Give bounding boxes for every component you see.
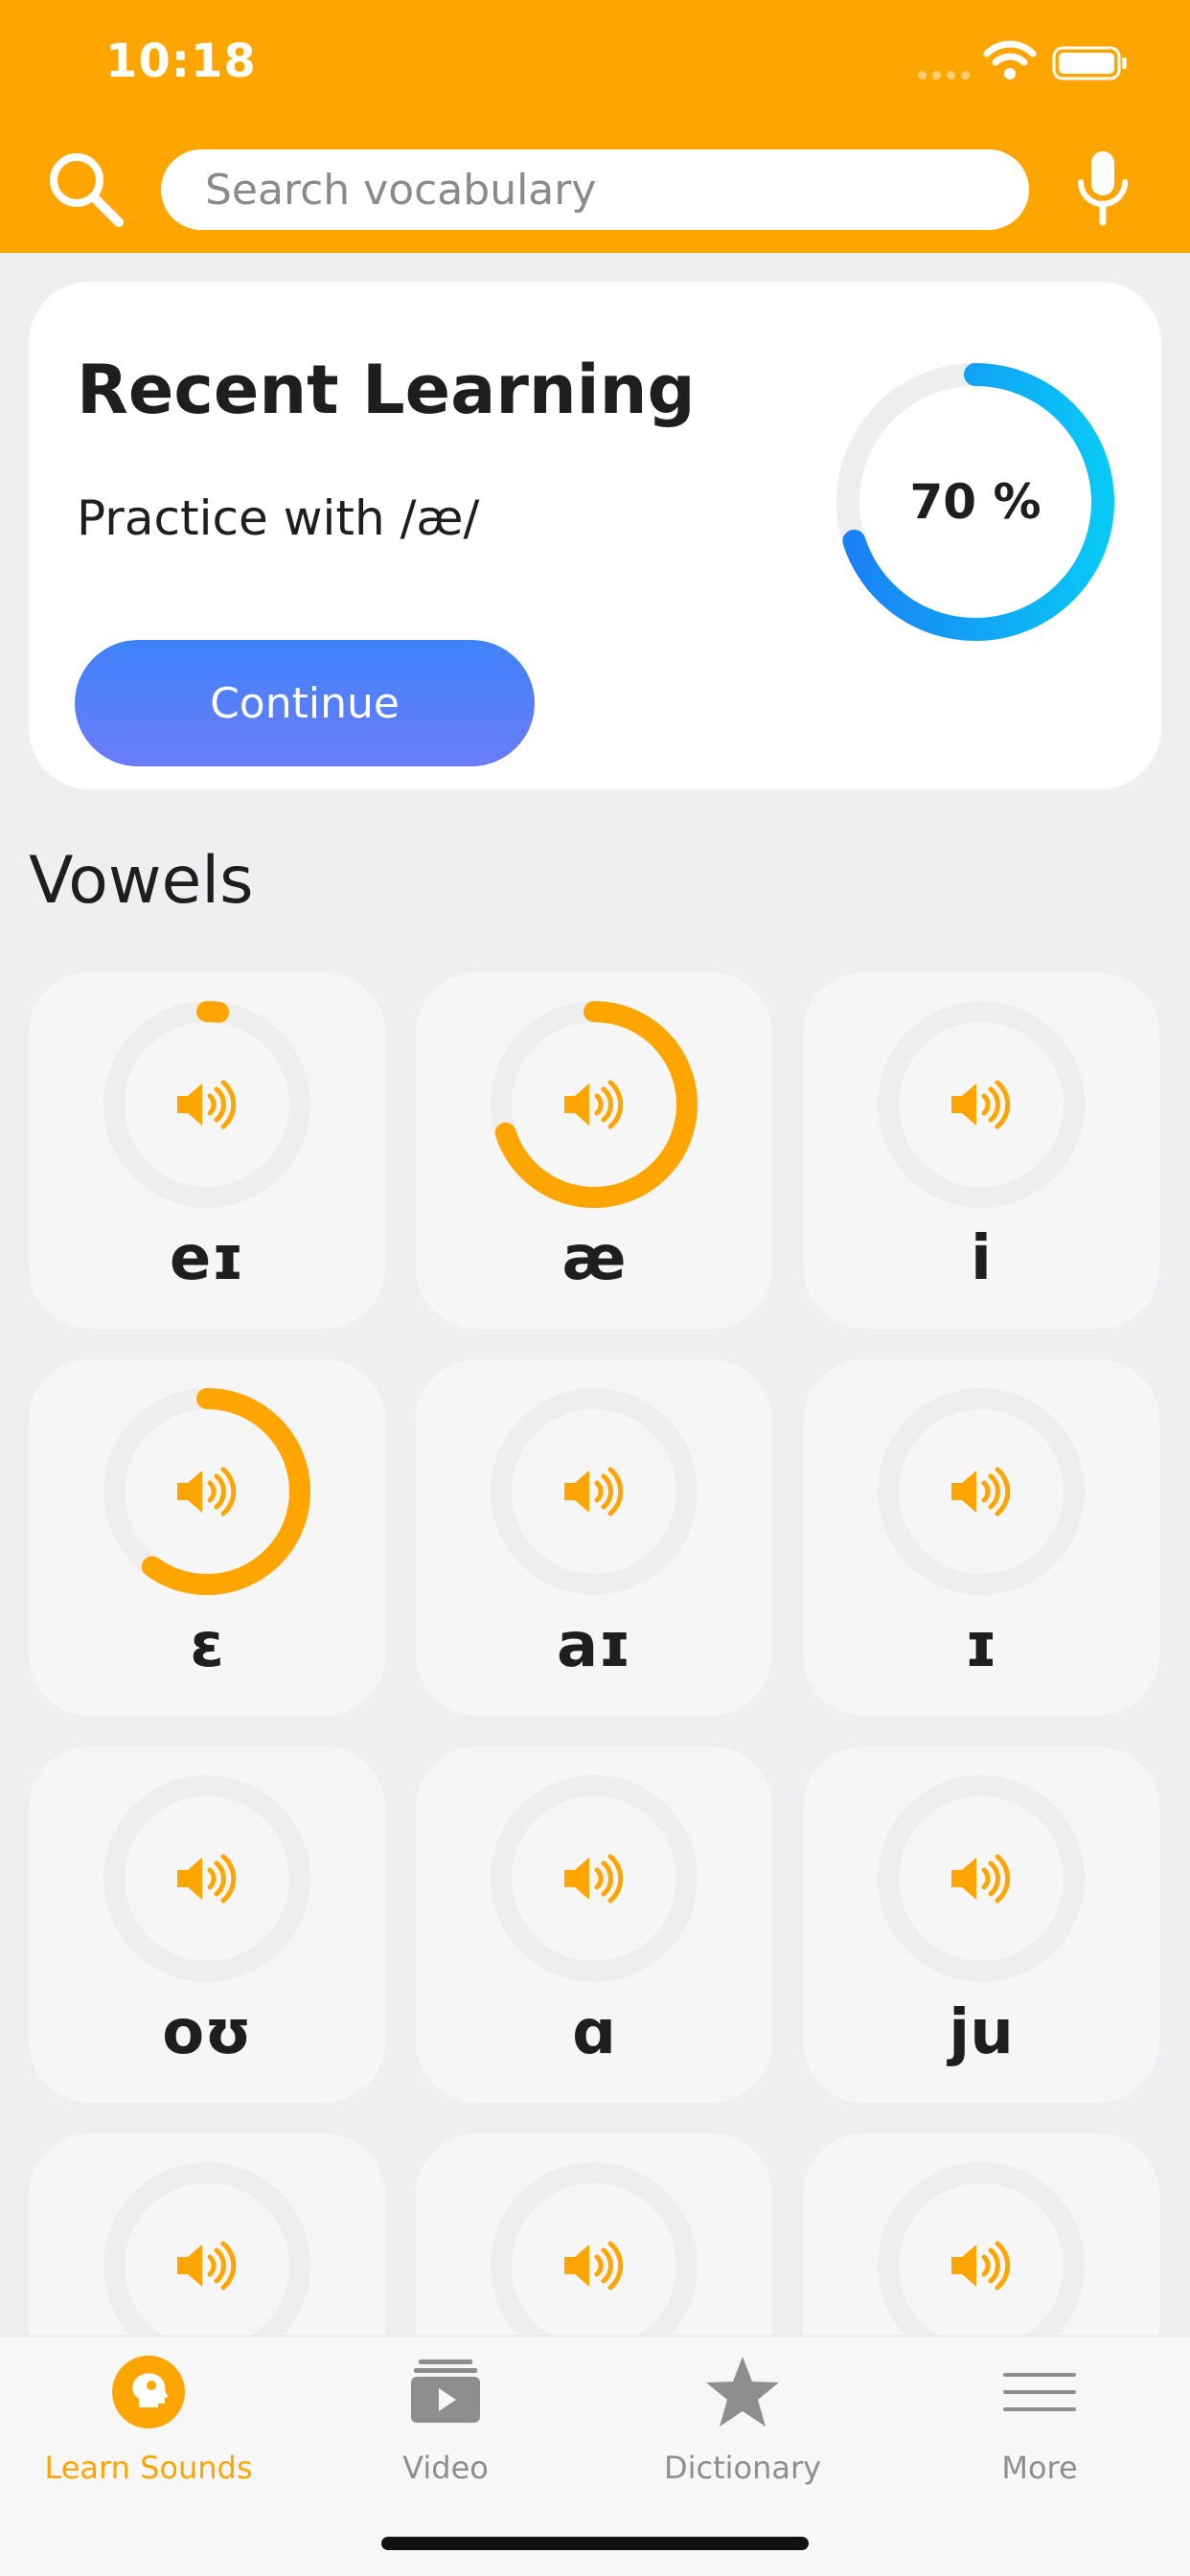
vowel-tile[interactable]: aɪ — [416, 1359, 772, 1716]
vowel-symbol: ju — [949, 1997, 1014, 2068]
vowel-symbol: ɑ — [572, 1997, 616, 2068]
speaker-icon — [951, 2241, 1011, 2291]
vowel-tile[interactable]: eɪ — [29, 972, 385, 1329]
recent-progress-label: 70 % — [909, 474, 1041, 530]
tab-dictionary[interactable]: Dictionary — [594, 2337, 891, 2519]
star-icon — [706, 2357, 779, 2427]
speaker-icon — [951, 1467, 1011, 1516]
speaker-icon — [564, 1854, 624, 1904]
tab-label: More — [1001, 2450, 1078, 2486]
vowel-symbol: eɪ — [169, 1223, 245, 1294]
vowel-tile[interactable]: oʊ — [29, 1746, 385, 2103]
vowel-tile[interactable]: æ — [416, 972, 772, 1329]
speaker-icon — [177, 1854, 237, 1904]
vowel-symbol: ɛ — [190, 1610, 224, 1681]
vowel-tile[interactable] — [803, 2133, 1159, 2337]
speaker-icon — [951, 1854, 1011, 1904]
speaker-icon — [564, 1080, 624, 1129]
status-time: 10:18 — [105, 34, 257, 88]
video-icon — [411, 2359, 480, 2423]
vowel-symbol: ɪ — [964, 1610, 998, 1681]
recent-learning-card: Recent Learning Practice with /æ/ Contin… — [29, 282, 1161, 789]
tab-label: Dictionary — [663, 2450, 822, 2486]
continue-button[interactable]: Continue — [75, 640, 535, 766]
speaker-icon — [564, 2241, 624, 2291]
tab-video[interactable]: Video — [297, 2337, 594, 2519]
vowels-section-title: Vowels — [29, 843, 254, 919]
vowel-symbol: aɪ — [556, 1610, 632, 1681]
speaker-icon — [951, 1080, 1011, 1129]
search-icon[interactable] — [42, 146, 128, 232]
vowel-tile[interactable]: ju — [803, 1746, 1159, 2103]
vowel-symbol: i — [971, 1223, 992, 1294]
wifi-icon — [983, 40, 1037, 80]
tab-more[interactable]: More — [891, 2337, 1188, 2519]
battery-icon — [1052, 46, 1127, 80]
vowel-tile[interactable]: ɑ — [416, 1746, 772, 2103]
microphone-icon[interactable] — [1073, 149, 1133, 226]
tab-learn-sounds[interactable]: Learn Sounds — [0, 2337, 297, 2519]
vowel-tile[interactable]: ɛ — [29, 1359, 385, 1716]
vowel-tile[interactable] — [29, 2133, 385, 2337]
vowel-tile[interactable] — [416, 2133, 772, 2337]
tab-label: Learn Sounds — [44, 2450, 253, 2486]
speaker-icon — [177, 1080, 237, 1129]
search-field[interactable] — [161, 149, 1029, 230]
speaker-icon — [177, 2241, 237, 2291]
home-indicator — [381, 2537, 809, 2550]
app-header: 10:18 — [0, 0, 1190, 253]
vowel-tile[interactable]: ɪ — [803, 1359, 1159, 1716]
vowel-symbol: oʊ — [162, 1997, 252, 2068]
head-icon — [112, 2356, 185, 2428]
search-input[interactable] — [203, 164, 1012, 216]
speaker-icon — [177, 1467, 237, 1516]
vowel-symbol: æ — [561, 1223, 627, 1294]
vowel-grid: eɪ æ i ɛ aɪ ɪ oʊ ɑ ju — [0, 968, 1190, 2337]
tab-label: Video — [402, 2450, 489, 2486]
speaker-icon — [564, 1467, 624, 1516]
vowel-tile[interactable]: i — [803, 972, 1159, 1329]
recent-learning-title: Recent Learning — [77, 351, 696, 429]
signal-dots — [918, 71, 972, 80]
menu-icon — [1003, 2373, 1076, 2411]
recent-learning-subtitle: Practice with /æ/ — [77, 490, 480, 546]
